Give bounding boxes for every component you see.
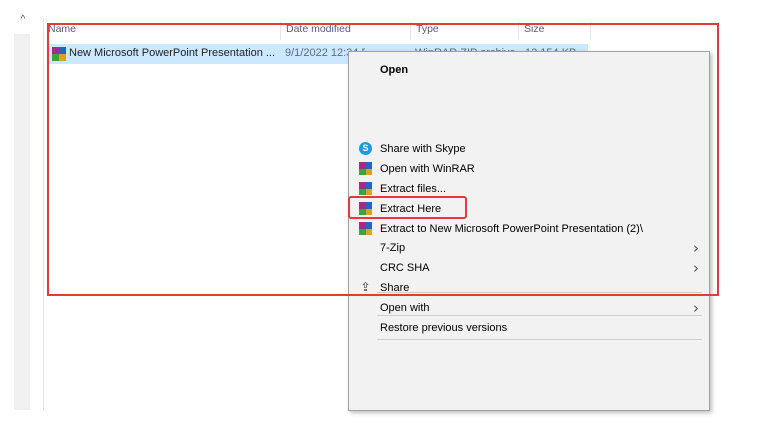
menu-item-label: Share with Skype	[380, 143, 466, 155]
winrar-archive-icon	[52, 47, 66, 61]
column-divider[interactable]	[410, 22, 411, 40]
column-divider[interactable]	[590, 22, 591, 40]
file-name: New Microsoft PowerPoint Presentation ..…	[69, 47, 276, 59]
menu-item-label: Extract to New Microsoft PowerPoint Pres…	[380, 223, 643, 235]
menu-item-label: Extract files...	[380, 183, 447, 195]
menu-item-share-with-skype[interactable]: S Share with Skype	[349, 139, 709, 159]
skype-icon: S	[359, 142, 372, 155]
menu-item-open-with-winrar[interactable]: Open with WinRAR	[349, 159, 709, 179]
column-header-type[interactable]: Type	[416, 23, 439, 39]
column-headers: Name Date modified Type Size	[44, 18, 592, 42]
menu-item-label: 7-Zip	[380, 242, 406, 254]
column-divider[interactable]	[518, 22, 519, 40]
winrar-icon	[359, 202, 372, 215]
menu-item-share[interactable]: ⇪ Share	[349, 278, 709, 298]
menu-separator	[377, 315, 702, 316]
menu-item-label: Extract Here	[380, 203, 442, 215]
menu-item-label: CRC SHA	[380, 262, 430, 274]
menu-separator	[377, 292, 702, 293]
column-header-name[interactable]: Name	[48, 23, 76, 39]
winrar-icon	[359, 222, 372, 235]
menu-item-label: Restore previous versions	[380, 322, 508, 334]
share-icon: ⇪	[360, 280, 371, 294]
scroll-up-icon[interactable]: ^	[17, 14, 29, 26]
column-divider[interactable]	[280, 22, 281, 40]
menu-item-label: Open with WinRAR	[380, 163, 475, 175]
winrar-icon	[359, 162, 372, 175]
menu-item-extract-files[interactable]: Extract files...	[349, 179, 709, 199]
menu-item-label: Open	[380, 64, 409, 76]
menu-item-7-zip[interactable]: 7-Zip ›	[349, 238, 709, 258]
menu-item-label: Open with	[380, 302, 430, 314]
menu-item-extract-to[interactable]: Extract to New Microsoft PowerPoint Pres…	[349, 219, 709, 239]
menu-separator	[377, 339, 702, 340]
winrar-icon	[359, 182, 372, 195]
menu-item-extract-here[interactable]: Extract Here	[349, 199, 709, 219]
menu-item-crc-sha[interactable]: CRC SHA ›	[349, 258, 709, 278]
pane-divider	[43, 18, 44, 410]
vertical-scrollbar[interactable]	[14, 34, 30, 410]
chevron-right-icon: ›	[693, 239, 699, 257]
menu-item-restore-previous-versions[interactable]: Restore previous versions	[349, 318, 709, 338]
column-header-date-modified[interactable]: Date modified	[286, 23, 351, 39]
menu-item-open[interactable]: Open	[349, 60, 709, 80]
chevron-right-icon: ›	[693, 259, 699, 277]
column-header-size[interactable]: Size	[524, 23, 544, 39]
context-menu: Open S Share with Skype Open with WinRAR…	[348, 51, 710, 411]
